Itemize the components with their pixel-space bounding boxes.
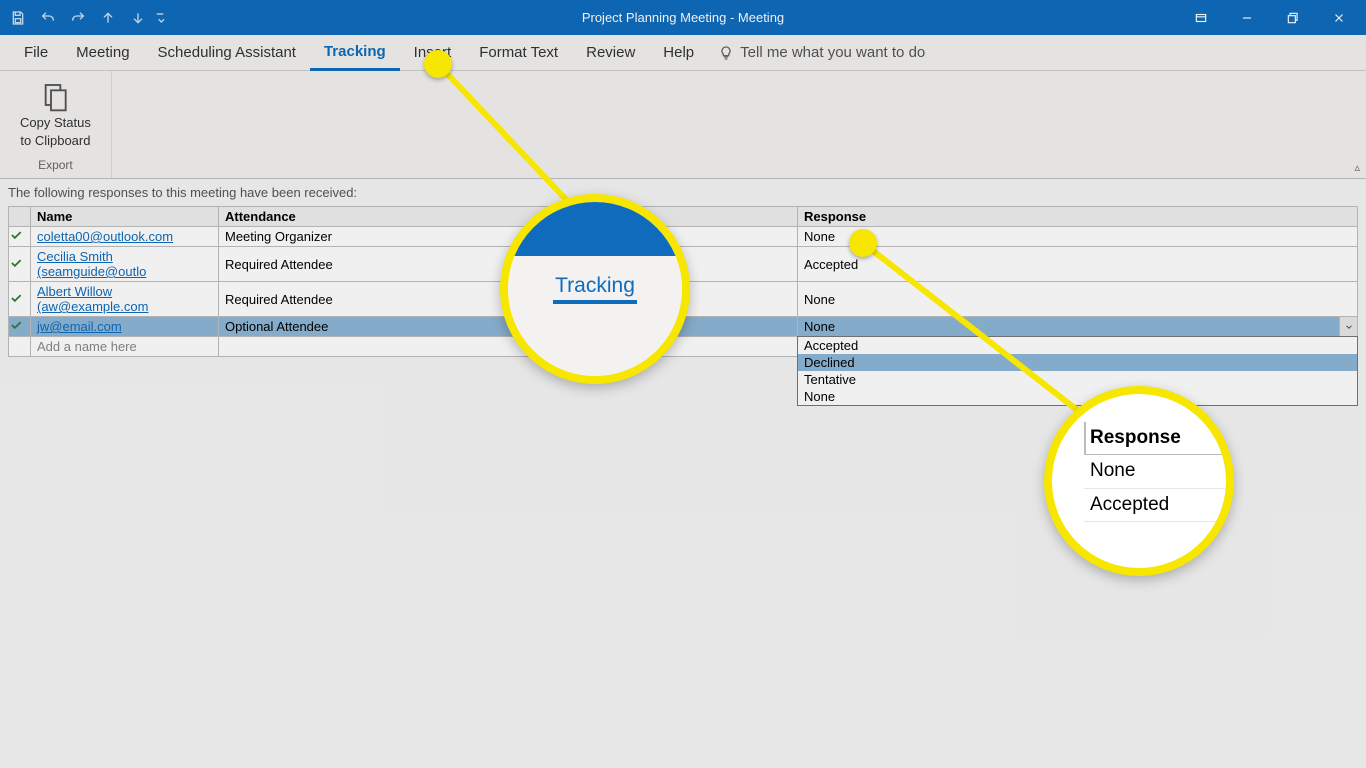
zoom-response-row: Accepted — [1084, 489, 1226, 522]
window-controls — [1178, 0, 1362, 35]
ribbon-display-icon[interactable] — [1178, 0, 1224, 35]
tab-meeting[interactable]: Meeting — [62, 35, 143, 71]
tab-file[interactable]: File — [10, 35, 62, 71]
lightbulb-icon — [718, 45, 734, 61]
response-dropdown-list: AcceptedDeclinedTentativeNone — [797, 336, 1358, 406]
attendee-name-cell[interactable]: Cecilia Smith (seamguide@outlo — [31, 247, 219, 282]
attendee-check-icon[interactable] — [9, 317, 31, 337]
add-name-input[interactable]: Add a name here — [31, 337, 219, 357]
attendee-name-cell[interactable]: jw@email.com — [31, 317, 219, 337]
annotation-zoom-tracking-tab: Tracking — [500, 194, 690, 384]
annotation-highlight-dot — [424, 50, 452, 78]
dropdown-option[interactable]: Accepted — [798, 337, 1357, 354]
title-bar: Project Planning Meeting - Meeting — [0, 0, 1366, 35]
collapse-ribbon-icon[interactable]: ▵ — [1354, 161, 1360, 174]
attendee-check-icon[interactable] — [9, 247, 31, 282]
undo-icon[interactable] — [34, 4, 62, 32]
dropdown-option[interactable]: Tentative — [798, 371, 1357, 388]
tab-scheduling-assistant[interactable]: Scheduling Assistant — [144, 35, 310, 71]
tab-review[interactable]: Review — [572, 35, 649, 71]
zoom-response-header: Response — [1084, 422, 1226, 455]
dropdown-option[interactable]: Declined — [798, 354, 1357, 371]
dropdown-option[interactable]: None — [798, 388, 1357, 405]
response-cell[interactable]: NoneAcceptedDeclinedTentativeNone — [798, 317, 1358, 337]
ribbon-tab-strip: File Meeting Scheduling Assistant Tracki… — [0, 35, 1366, 71]
annotation-highlight-dot — [849, 229, 877, 257]
tab-help[interactable]: Help — [649, 35, 708, 71]
tracking-intro-text: The following responses to this meeting … — [0, 179, 1366, 206]
window-title: Project Planning Meeting - Meeting — [582, 10, 784, 25]
dropdown-arrow-icon[interactable] — [1339, 317, 1357, 336]
redo-icon[interactable] — [64, 4, 92, 32]
response-cell[interactable]: None — [798, 227, 1358, 247]
customize-qat-icon[interactable] — [154, 4, 170, 32]
col-header-check[interactable] — [9, 207, 31, 227]
quick-access-toolbar — [4, 4, 170, 32]
attendee-name-cell[interactable]: coletta00@outlook.com — [31, 227, 219, 247]
zoom-tracking-label: Tracking — [553, 274, 637, 304]
copy-status-label-2: to Clipboard — [20, 133, 90, 149]
attendee-check-icon[interactable] — [9, 227, 31, 247]
close-button[interactable] — [1316, 0, 1362, 35]
ribbon-content: Copy Status to Clipboard Export ▵ — [0, 71, 1366, 179]
annotation-zoom-response-column: Response None Accepted — [1044, 386, 1234, 576]
copy-status-label-1: Copy Status — [20, 115, 91, 131]
tab-tracking[interactable]: Tracking — [310, 35, 400, 71]
tell-me-search[interactable]: Tell me what you want to do — [718, 44, 925, 61]
add-row-check — [9, 337, 31, 357]
maximize-button[interactable] — [1270, 0, 1316, 35]
copy-status-to-clipboard-button[interactable]: Copy Status to Clipboard — [14, 77, 97, 152]
next-item-icon[interactable] — [124, 4, 152, 32]
col-header-name[interactable]: Name — [31, 207, 219, 227]
response-cell[interactable]: None — [798, 282, 1358, 317]
zoom-response-row: None — [1084, 455, 1226, 488]
tell-me-placeholder: Tell me what you want to do — [740, 44, 925, 61]
attendee-name-cell[interactable]: Albert Willow (aw@example.com — [31, 282, 219, 317]
response-cell[interactable]: Accepted — [798, 247, 1358, 282]
col-header-response[interactable]: Response — [798, 207, 1358, 227]
attendee-check-icon[interactable] — [9, 282, 31, 317]
save-icon[interactable] — [4, 4, 32, 32]
previous-item-icon[interactable] — [94, 4, 122, 32]
tab-format-text[interactable]: Format Text — [465, 35, 572, 71]
ribbon-group-name: Export — [38, 158, 73, 176]
minimize-button[interactable] — [1224, 0, 1270, 35]
table-row[interactable]: coletta00@outlook.comMeeting OrganizerNo… — [9, 227, 1358, 247]
clipboard-icon — [39, 81, 71, 113]
ribbon-group-export: Copy Status to Clipboard Export — [0, 71, 112, 178]
